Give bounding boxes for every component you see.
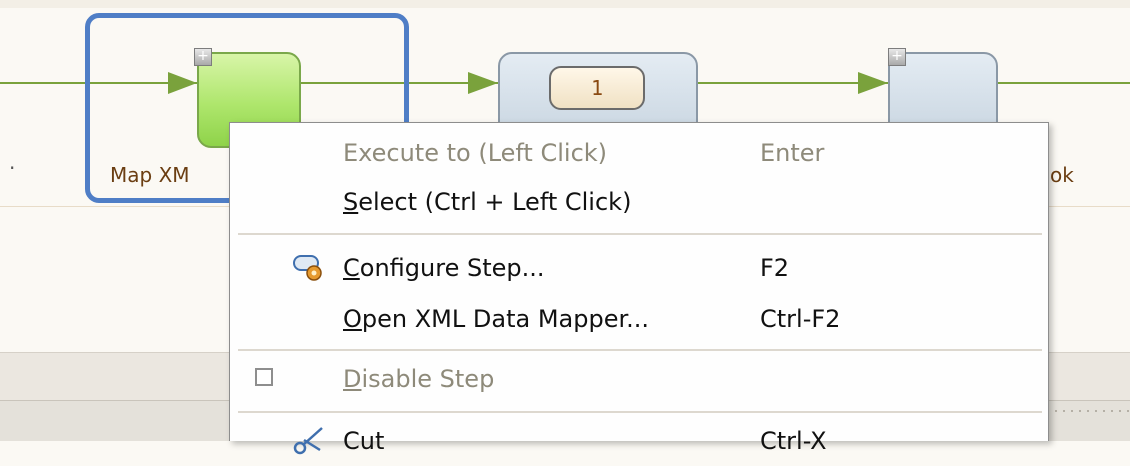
menu-item-open-xml-data-mapper[interactable]: Open XML Data Mapper... Ctrl-F2 (230, 294, 1046, 344)
menu-item-cut[interactable]: Cut Ctrl-X (230, 416, 1046, 466)
menu-item-shortcut: F2 (760, 254, 790, 282)
context-menu: Execute to (Left Click) Enter Select (Ct… (229, 122, 1049, 455)
menu-item-configure-step[interactable]: Configure Step... F2 (230, 243, 1046, 293)
disable-step-checkbox[interactable] (255, 368, 273, 386)
menu-separator (238, 411, 1042, 413)
flow-arrow-icon (858, 72, 888, 94)
menu-item-label: Disable Step (343, 365, 495, 393)
configure-gear-icon (293, 255, 322, 281)
menu-item-label: Open XML Data Mapper... (343, 305, 650, 333)
expand-icon[interactable]: + (194, 48, 212, 66)
menu-separator (238, 233, 1042, 235)
menu-item-select[interactable]: Select (Ctrl + Left Click) (230, 177, 1046, 227)
menu-item-disable-step[interactable]: Disable Step (230, 354, 1046, 404)
menu-item-label: Select (Ctrl + Left Click) (343, 188, 632, 216)
step-label-right: ok (1050, 163, 1074, 187)
scissors-icon (293, 427, 323, 455)
panel-grip[interactable] (1055, 410, 1130, 412)
iteration-counter-badge: 1 (549, 66, 645, 110)
menu-item-shortcut: Ctrl-F2 (760, 305, 841, 333)
menu-item-shortcut: Enter (760, 139, 825, 167)
menu-item-label: Configure Step... (343, 254, 545, 282)
menu-item-shortcut: Ctrl-X (760, 427, 827, 455)
menu-item-label: Execute to (Left Click) (343, 139, 608, 167)
menu-item-execute-to[interactable]: Execute to (Left Click) Enter (230, 128, 1046, 178)
menu-separator (238, 349, 1042, 351)
menu-item-label: Cut (343, 427, 385, 455)
flow-arrow-icon (468, 72, 498, 94)
expand-icon[interactable]: + (888, 48, 906, 66)
step-label-map-xml: Map XM (110, 163, 190, 187)
